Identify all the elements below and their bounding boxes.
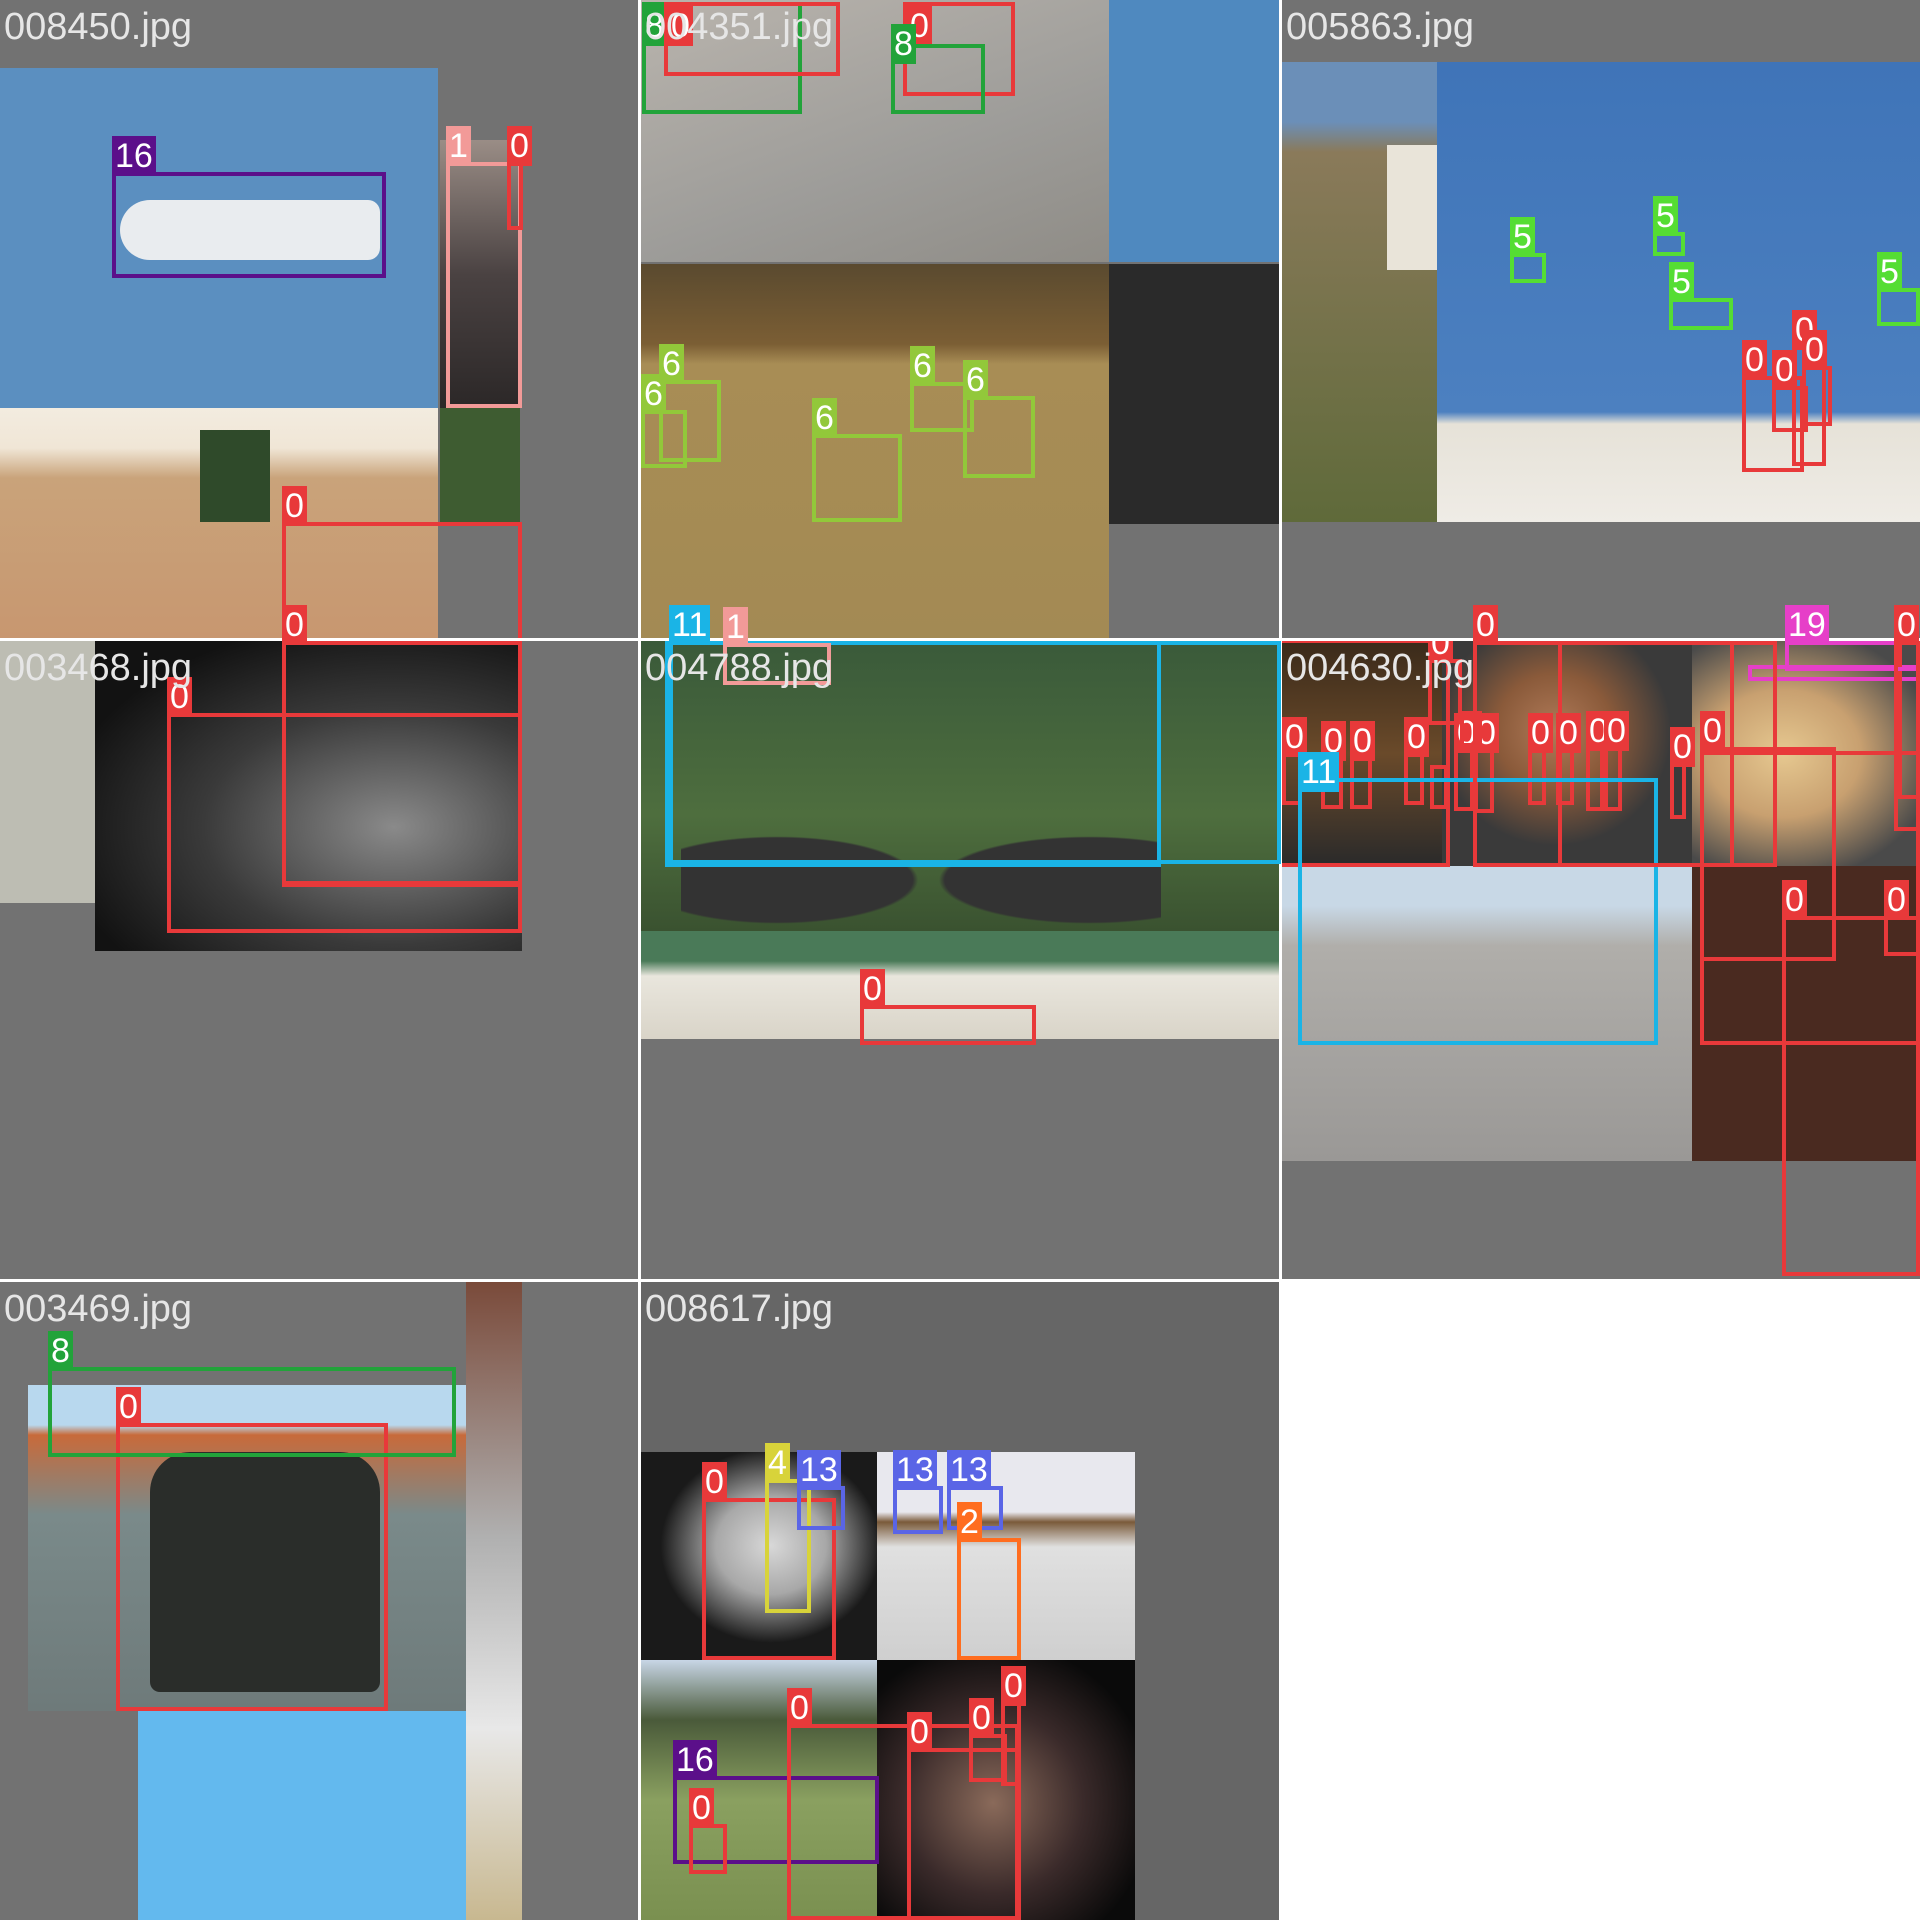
class-label: 0 bbox=[1894, 605, 1919, 645]
detection-box: 0 bbox=[689, 1788, 727, 1874]
tile-filename: 004630.jpg bbox=[1286, 647, 1475, 689]
class-label: 16 bbox=[673, 1740, 717, 1780]
tile-filename: 003468.jpg bbox=[4, 647, 193, 689]
mosaic-tile-2: 004351.jpg 8 0 0 8 6 6 6 6 6 bbox=[641, 0, 1279, 638]
class-label: 6 bbox=[812, 398, 837, 438]
class-label: 8 bbox=[48, 1331, 73, 1371]
mosaic-tile-1: 008450.jpg 16 1 0 0 bbox=[0, 0, 638, 638]
class-label: 0 bbox=[282, 486, 307, 526]
class-label: 1 bbox=[723, 607, 748, 647]
class-label: 0 bbox=[1282, 717, 1307, 757]
class-label: 0 bbox=[1350, 721, 1375, 761]
detection-box: 0 bbox=[282, 486, 522, 638]
mosaic-tile-3: 005863.jpg 5 5 5 5 0 0 0 0 bbox=[1282, 0, 1920, 638]
class-label: 11 bbox=[1298, 752, 1340, 792]
detection-box: 0 bbox=[507, 126, 532, 230]
foliage-photo bbox=[440, 408, 520, 523]
detection-box: 13 bbox=[797, 1450, 845, 1530]
tile-filename: 008450.jpg bbox=[4, 6, 193, 48]
class-label: 6 bbox=[641, 374, 666, 414]
class-label: 0 bbox=[282, 605, 307, 645]
class-label: 6 bbox=[910, 346, 935, 386]
detection-box: 0 bbox=[1473, 605, 1777, 867]
sky-photo bbox=[138, 1711, 466, 1920]
class-label: 5 bbox=[1510, 217, 1535, 257]
class-label: 4 bbox=[765, 1443, 790, 1483]
class-label: 6 bbox=[963, 360, 988, 400]
class-label: 5 bbox=[1877, 252, 1902, 292]
class-label: 11 bbox=[669, 605, 711, 645]
tile-filename: 004788.jpg bbox=[645, 647, 834, 689]
detection-box: 0 bbox=[1802, 330, 1832, 426]
detection-box: 0 bbox=[282, 605, 522, 885]
class-label: 0 bbox=[507, 126, 532, 166]
tile-filename: 004351.jpg bbox=[645, 6, 834, 48]
detection-box: 5 bbox=[1877, 252, 1920, 326]
class-label: 0 bbox=[1001, 1666, 1026, 1706]
class-label: 0 bbox=[1802, 330, 1827, 370]
detection-box: 16 bbox=[112, 136, 386, 278]
class-label: 0 bbox=[702, 1462, 727, 1502]
dark-photo bbox=[1109, 264, 1279, 524]
class-label: 0 bbox=[689, 1788, 714, 1828]
detection-box: 0 bbox=[1001, 1666, 1026, 1786]
detection-box: 2 bbox=[957, 1502, 1021, 1660]
detection-box: 0 bbox=[1894, 605, 1920, 831]
detection-box: 8 bbox=[891, 24, 985, 114]
class-label: 5 bbox=[1669, 262, 1694, 302]
class-label: 13 bbox=[797, 1450, 841, 1490]
tile-filename: 005863.jpg bbox=[1286, 6, 1475, 48]
edge-photo bbox=[466, 1282, 522, 1920]
tile-filename: 003469.jpg bbox=[4, 1288, 193, 1330]
house-shape bbox=[1387, 145, 1437, 270]
class-label: 16 bbox=[112, 136, 156, 176]
class-label: 0 bbox=[1782, 880, 1807, 920]
detection-box: 13 bbox=[893, 1450, 943, 1534]
detection-box: 6 bbox=[812, 398, 902, 522]
class-label: 5 bbox=[1653, 196, 1678, 236]
detection-box: 0 bbox=[1782, 880, 1920, 1276]
class-label: 1 bbox=[446, 126, 471, 166]
detection-box: 6 bbox=[963, 360, 1035, 478]
class-label: 0 bbox=[907, 1712, 932, 1752]
contrail-photo bbox=[1109, 0, 1279, 262]
class-label: 0 bbox=[787, 1688, 812, 1728]
hill-photo bbox=[1282, 62, 1437, 522]
tile-filename: 008617.jpg bbox=[645, 1288, 834, 1330]
class-label: 0 bbox=[860, 969, 885, 1009]
class-label: 0 bbox=[1404, 717, 1429, 757]
class-label: 13 bbox=[947, 1450, 991, 1490]
detection-box: 8 bbox=[48, 1331, 456, 1457]
class-label: 8 bbox=[891, 24, 916, 64]
class-label: 0 bbox=[1742, 340, 1767, 380]
tree-shape bbox=[200, 430, 270, 522]
class-label: 0 bbox=[969, 1698, 994, 1738]
detection-box: 0 bbox=[1884, 880, 1920, 956]
mosaic-tile-7: 003469.jpg 0 8 bbox=[0, 1282, 638, 1920]
mosaic-tile-8: 008617.jpg 0 4 13 13 13 2 16 0 0 0 0 0 bbox=[641, 1282, 1279, 1920]
detection-box: 5 bbox=[1510, 217, 1546, 283]
detection-box: 0 bbox=[860, 969, 1036, 1045]
class-label: 2 bbox=[957, 1502, 982, 1542]
class-label: 0 bbox=[1884, 880, 1909, 920]
detection-box: 0 bbox=[116, 1387, 388, 1711]
detection-box: 5 bbox=[1669, 262, 1733, 330]
class-label: 19 bbox=[1785, 605, 1829, 645]
mosaic-grid: 008450.jpg 16 1 0 0 004351.jpg 8 0 0 8 6… bbox=[0, 0, 1920, 1920]
detection-box: 5 bbox=[1653, 196, 1685, 256]
class-label: 0 bbox=[1473, 605, 1498, 645]
class-label: 13 bbox=[893, 1450, 937, 1490]
detection-box: 6 bbox=[641, 374, 687, 468]
